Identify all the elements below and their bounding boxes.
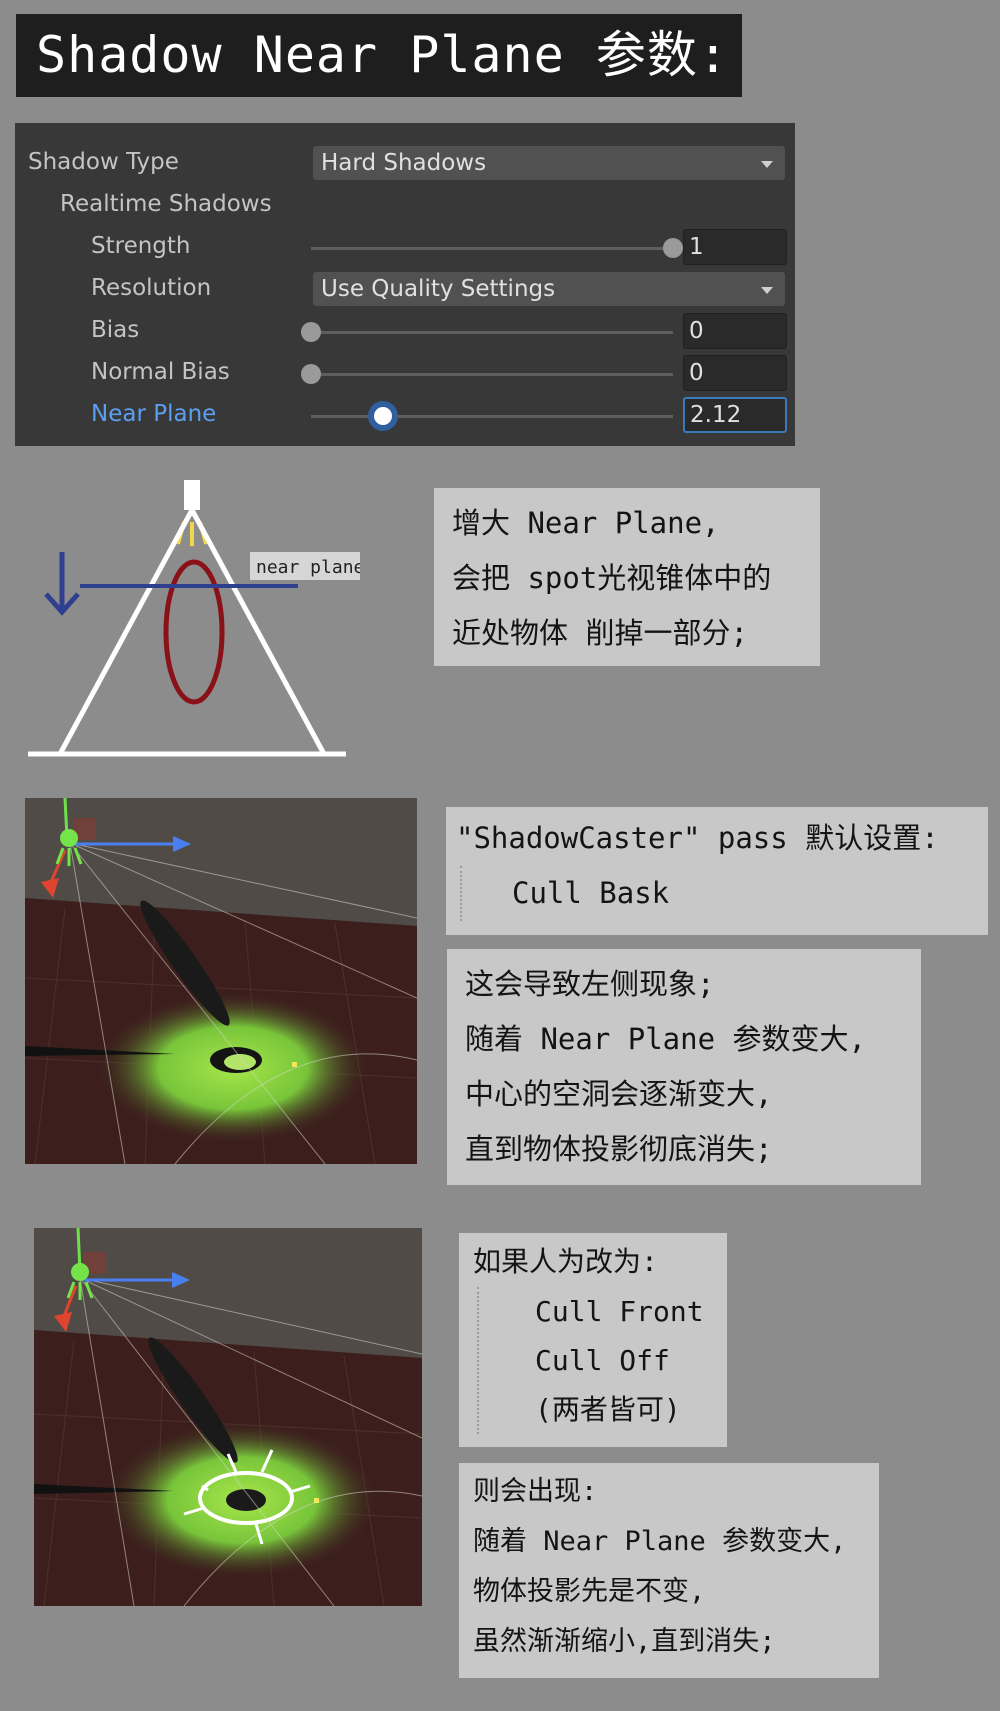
spotlight-icon xyxy=(184,480,200,510)
shadow-type-label: Shadow Type xyxy=(28,149,179,175)
object-ellipse xyxy=(163,559,225,705)
note4-code: Cull Front xyxy=(535,1295,704,1328)
note3-line: 直到物体投影彻底消失; xyxy=(465,1132,773,1166)
resolution-dropdown[interactable]: Use Quality Settings xyxy=(313,272,785,306)
realtime-shadows-label: Realtime Shadows xyxy=(60,191,272,217)
resolution-value: Use Quality Settings xyxy=(321,276,556,302)
shadow-type-value: Hard Shadows xyxy=(321,150,487,176)
spotlight-gizmo-icon xyxy=(60,829,78,847)
strength-input[interactable]: 1 xyxy=(683,229,787,265)
strength-label: Strength xyxy=(91,233,191,259)
note1-line: 近处物体 削掉一部分; xyxy=(452,616,748,650)
note2-code: Cull Bask xyxy=(460,866,988,921)
note4-line: 如果人为改为: xyxy=(473,1245,658,1278)
spotlight-gizmo-icon xyxy=(71,1263,89,1281)
near-plane-slider-thumb[interactable] xyxy=(374,407,393,425)
frustum-left-edge xyxy=(57,508,195,756)
arrow-down-icon xyxy=(44,552,80,616)
near-plane-input[interactable]: 2.12 xyxy=(683,397,787,433)
note4-code: Cull Off xyxy=(535,1344,670,1377)
normal-bias-input[interactable]: 0 xyxy=(683,355,787,391)
bias-label: Bias xyxy=(91,317,140,343)
shadow-type-row: Shadow Type Hard Shadows xyxy=(15,143,795,183)
near-plane-tag: near plane xyxy=(256,557,360,578)
normal-bias-row: Normal Bias 0 xyxy=(15,353,795,393)
note-hole-grows: 这会导致左侧现象; 随着 Near Plane 参数变大, 中心的空洞会逐渐变大… xyxy=(447,949,921,1185)
note5-line: 物体投影先是不变, xyxy=(473,1576,706,1607)
note1-line: 增大 Near Plane, xyxy=(452,506,720,540)
spot-frustum-diagram: near plane xyxy=(28,480,360,757)
bias-row: Bias 0 xyxy=(15,311,795,351)
normal-bias-slider-thumb[interactable] xyxy=(301,364,321,384)
note-shadowcaster-default: "ShadowCaster" pass 默认设置: Cull Bask xyxy=(446,807,988,935)
page-title: Shadow Near Plane 参数: xyxy=(16,14,742,97)
note4-code: (两者皆可) xyxy=(535,1393,681,1426)
frustum-right-edge xyxy=(189,508,327,756)
note3-line: 随着 Near Plane 参数变大, xyxy=(465,1022,866,1056)
note-result: 则会出现: 随着 Near Plane 参数变大, 物体投影先是不变, 虽然渐渐… xyxy=(459,1463,879,1678)
resolution-row: Resolution Use Quality Settings xyxy=(15,269,795,309)
bias-slider-thumb[interactable] xyxy=(301,322,321,342)
chevron-down-icon xyxy=(761,161,773,168)
resolution-label: Resolution xyxy=(91,275,212,301)
note-cull-options: 如果人为改为: Cull Front Cull Off (两者皆可) xyxy=(459,1233,727,1447)
note3-line: 中心的空洞会逐渐变大, xyxy=(465,1077,773,1111)
near-plane-slider-track[interactable] xyxy=(311,415,673,418)
note5-line: 虽然渐渐缩小,直到消失; xyxy=(473,1626,776,1657)
shadow-type-dropdown[interactable]: Hard Shadows xyxy=(313,146,785,180)
chevron-down-icon xyxy=(761,287,773,294)
note1-line: 会把 spot光视锥体中的 xyxy=(452,561,772,595)
bias-input[interactable]: 0 xyxy=(683,313,787,349)
normal-bias-label: Normal Bias xyxy=(91,359,230,385)
note-near-plane-effect: 增大 Near Plane, 会把 spot光视锥体中的 近处物体 削掉一部分; xyxy=(434,488,820,666)
bias-slider-track[interactable] xyxy=(311,331,673,334)
scene-cull-front xyxy=(34,1228,422,1606)
realtime-shadows-row: Realtime Shadows xyxy=(15,185,795,225)
normal-bias-slider-track[interactable] xyxy=(311,373,673,376)
scene-cull-back xyxy=(25,798,417,1164)
note3-line: 这会导致左侧现象; xyxy=(465,967,715,1001)
note2-line: "ShadowCaster" pass 默认设置: xyxy=(456,821,939,855)
note5-line: 随着 Near Plane 参数变大, xyxy=(473,1526,847,1557)
strength-slider-thumb[interactable] xyxy=(663,238,683,258)
strength-row: Strength 1 xyxy=(15,227,795,267)
note5-line: 则会出现: xyxy=(473,1476,598,1507)
near-plane-row: Near Plane 2.12 xyxy=(15,395,795,435)
light-shadow-inspector: Shadow Type Hard Shadows Realtime Shadow… xyxy=(15,123,795,446)
strength-slider-track[interactable] xyxy=(311,247,673,250)
near-plane-label: Near Plane xyxy=(91,401,217,427)
